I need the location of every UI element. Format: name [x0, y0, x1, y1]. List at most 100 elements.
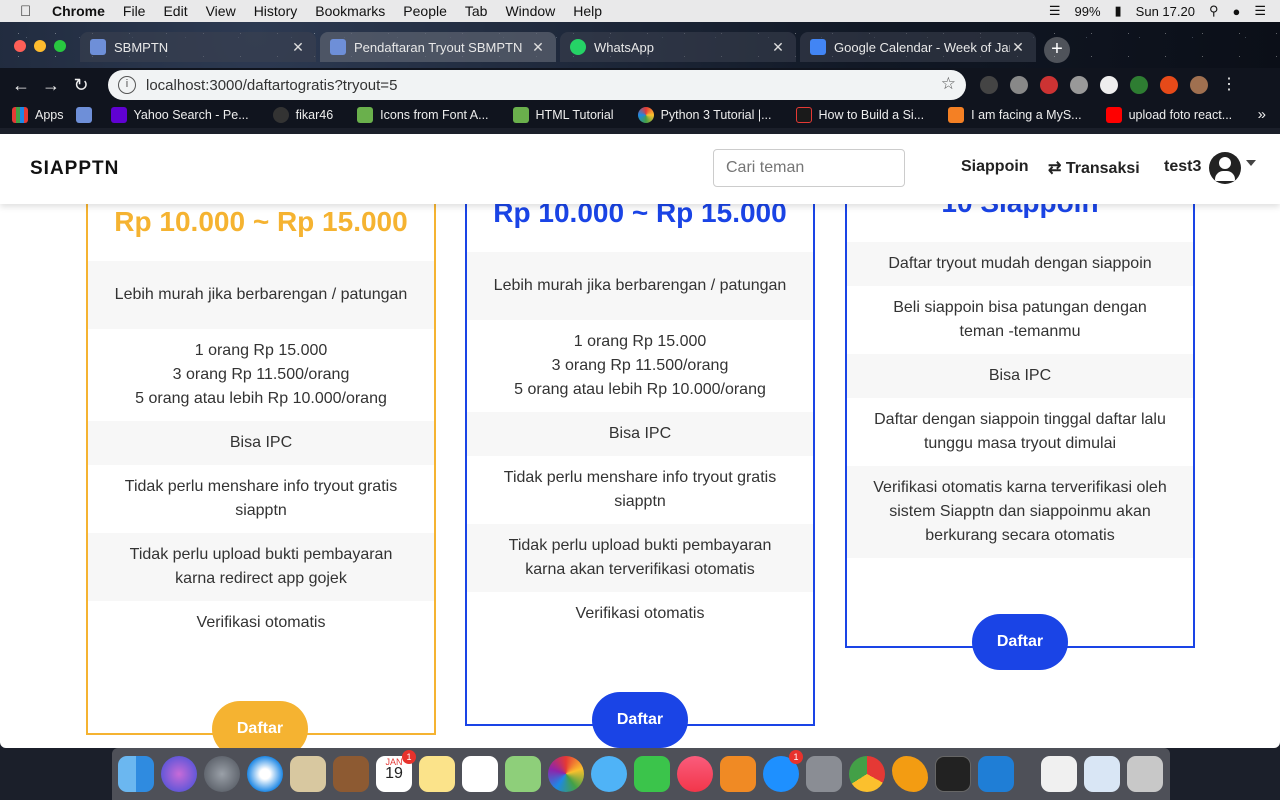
- extension-icon[interactable]: [1130, 76, 1148, 94]
- maximize-window-button[interactable]: [54, 40, 66, 52]
- bookmark-fikar46[interactable]: fikar46: [272, 107, 333, 123]
- bookmark-apps[interactable]: Apps: [12, 107, 64, 123]
- wifi-icon[interactable]: ☰: [1049, 3, 1061, 19]
- contacts-icon[interactable]: [333, 756, 369, 792]
- chevron-down-icon[interactable]: [1246, 160, 1256, 166]
- close-tab-icon[interactable]: ✕: [530, 39, 546, 56]
- finder-icon[interactable]: [118, 756, 154, 792]
- reminders-icon[interactable]: [462, 756, 498, 792]
- tab-google-calendar[interactable]: Google Calendar - Week of Jan ✕: [800, 32, 1036, 62]
- vscode-icon[interactable]: [978, 756, 1014, 792]
- tab-whatsapp[interactable]: WhatsApp ✕: [560, 32, 796, 62]
- extension-icon[interactable]: [1040, 76, 1058, 94]
- siri-icon[interactable]: ●: [1232, 4, 1240, 19]
- app-store-icon[interactable]: 1: [763, 750, 803, 792]
- w3schools-icon: [512, 107, 529, 123]
- bookmark-yahoo[interactable]: Yahoo Search - Pe...: [110, 107, 249, 123]
- pricing-card-1: Rp 10.000 ~ Rp 15.000 Lebih murah jika b…: [86, 134, 436, 735]
- document-icon[interactable]: [1041, 756, 1077, 792]
- menu-file[interactable]: File: [123, 3, 146, 19]
- calendar-icon[interactable]: JAN 19 1: [376, 750, 416, 792]
- extension-icon[interactable]: [1100, 76, 1118, 94]
- menu-app-name[interactable]: Chrome: [52, 3, 105, 19]
- menu-view[interactable]: View: [206, 3, 236, 19]
- menu-tab[interactable]: Tab: [465, 3, 488, 19]
- url-text[interactable]: localhost:3000/daftartogratis?tryout=5: [146, 77, 397, 94]
- notification-center-icon[interactable]: ☰: [1254, 3, 1266, 19]
- menu-window[interactable]: Window: [505, 3, 555, 19]
- feature-item: Verifikasi otomatis: [575, 605, 705, 622]
- extension-icon[interactable]: [1160, 76, 1178, 94]
- menu-help[interactable]: Help: [573, 3, 602, 19]
- mail-icon[interactable]: [290, 756, 326, 792]
- nav-transaksi[interactable]: ⇄ Transaksi: [1048, 158, 1140, 178]
- tab-pendaftaran[interactable]: Pendaftaran Tryout SBMPTN ✕: [320, 32, 556, 62]
- address-bar[interactable]: i localhost:3000/daftartogratis?tryout=5…: [108, 70, 966, 100]
- messages-icon[interactable]: [591, 756, 627, 792]
- close-tab-icon[interactable]: ✕: [290, 39, 306, 56]
- new-tab-button[interactable]: +: [1044, 37, 1070, 63]
- bookmark-star-icon[interactable]: ☆: [941, 74, 956, 94]
- pricing-card-2: Rp 10.000 ~ Rp 15.000 Lebih murah jika b…: [465, 134, 815, 726]
- user-avatar-icon[interactable]: [1209, 152, 1241, 184]
- search-friend-input[interactable]: [713, 149, 905, 187]
- menu-history[interactable]: History: [254, 3, 298, 19]
- music-icon[interactable]: [677, 756, 713, 792]
- siri-icon[interactable]: [161, 756, 197, 792]
- extension-icon[interactable]: [980, 76, 998, 94]
- profile-avatar[interactable]: [1190, 76, 1208, 94]
- bookmark-sbmptn[interactable]: [75, 107, 99, 123]
- daftar-button-3[interactable]: Daftar: [972, 614, 1068, 670]
- menu-edit[interactable]: Edit: [163, 3, 187, 19]
- apple-menu-icon[interactable]: : [20, 3, 38, 20]
- bookmark-python-tutorial[interactable]: Python 3 Tutorial |...: [637, 107, 772, 123]
- chrome-tab-strip: SBMPTN ✕ Pendaftaran Tryout SBMPTN ✕ Wha…: [0, 22, 1280, 68]
- minimize-window-button[interactable]: [34, 40, 46, 52]
- downloads-stack-icon[interactable]: [1084, 756, 1120, 792]
- page-viewport: Rp 10.000 ~ Rp 15.000 Lebih murah jika b…: [0, 134, 1280, 748]
- brand-logo[interactable]: SIAPPTN: [30, 158, 119, 180]
- spotlight-search-icon[interactable]: ⚲: [1209, 3, 1219, 19]
- site-info-icon[interactable]: i: [118, 76, 136, 94]
- bookmark-html-tutorial[interactable]: HTML Tutorial: [512, 107, 614, 123]
- books-icon[interactable]: [720, 756, 756, 792]
- menu-bookmarks[interactable]: Bookmarks: [315, 3, 385, 19]
- nav-siappoin[interactable]: Siappoin: [961, 158, 1029, 176]
- trash-icon[interactable]: [1127, 756, 1163, 792]
- daftar-button-1[interactable]: Daftar: [212, 701, 308, 748]
- battery-icon[interactable]: ▮: [1115, 3, 1122, 19]
- close-tab-icon[interactable]: ✕: [1010, 39, 1026, 56]
- close-window-button[interactable]: [14, 40, 26, 52]
- safari-icon[interactable]: [247, 756, 283, 792]
- nav-username[interactable]: test3: [1164, 158, 1201, 176]
- bookmark-mysql[interactable]: I am facing a MyS...: [948, 107, 1082, 123]
- close-tab-icon[interactable]: ✕: [770, 39, 786, 56]
- battery-percent[interactable]: 99%: [1074, 4, 1100, 19]
- tab-sbmptn[interactable]: SBMPTN ✕: [80, 32, 316, 62]
- apps-grid-icon: [12, 107, 28, 123]
- extension-icon[interactable]: [1070, 76, 1088, 94]
- photos-icon[interactable]: [548, 756, 584, 792]
- launchpad-icon[interactable]: [204, 756, 240, 792]
- bookmarks-overflow-icon[interactable]: »: [1258, 106, 1266, 123]
- system-preferences-icon[interactable]: [806, 756, 842, 792]
- bookmark-upload[interactable]: upload foto react...: [1105, 107, 1232, 123]
- terminal-icon[interactable]: [935, 756, 971, 792]
- bookmark-icons[interactable]: Icons from Font A...: [357, 107, 489, 123]
- reload-icon[interactable]: ↻: [66, 75, 96, 96]
- back-arrow-icon[interactable]: ←: [6, 75, 36, 96]
- sequel-app-icon[interactable]: [892, 756, 928, 792]
- bookmark-build[interactable]: How to Build a Si...: [795, 107, 924, 123]
- menu-people[interactable]: People: [403, 3, 447, 19]
- app-store-badge: 1: [789, 750, 803, 764]
- clock[interactable]: Sun 17.20: [1136, 4, 1195, 19]
- chrome-icon[interactable]: [849, 756, 885, 792]
- facetime-icon[interactable]: [634, 756, 670, 792]
- forward-arrow-icon[interactable]: →: [36, 75, 66, 96]
- extension-icon[interactable]: [1010, 76, 1028, 94]
- feature-item: Verifikasi otomatis: [196, 614, 326, 631]
- notes-icon[interactable]: [419, 756, 455, 792]
- chrome-menu-icon[interactable]: ⋮: [1220, 76, 1238, 94]
- maps-icon[interactable]: [505, 756, 541, 792]
- daftar-button-2[interactable]: Daftar: [592, 692, 688, 748]
